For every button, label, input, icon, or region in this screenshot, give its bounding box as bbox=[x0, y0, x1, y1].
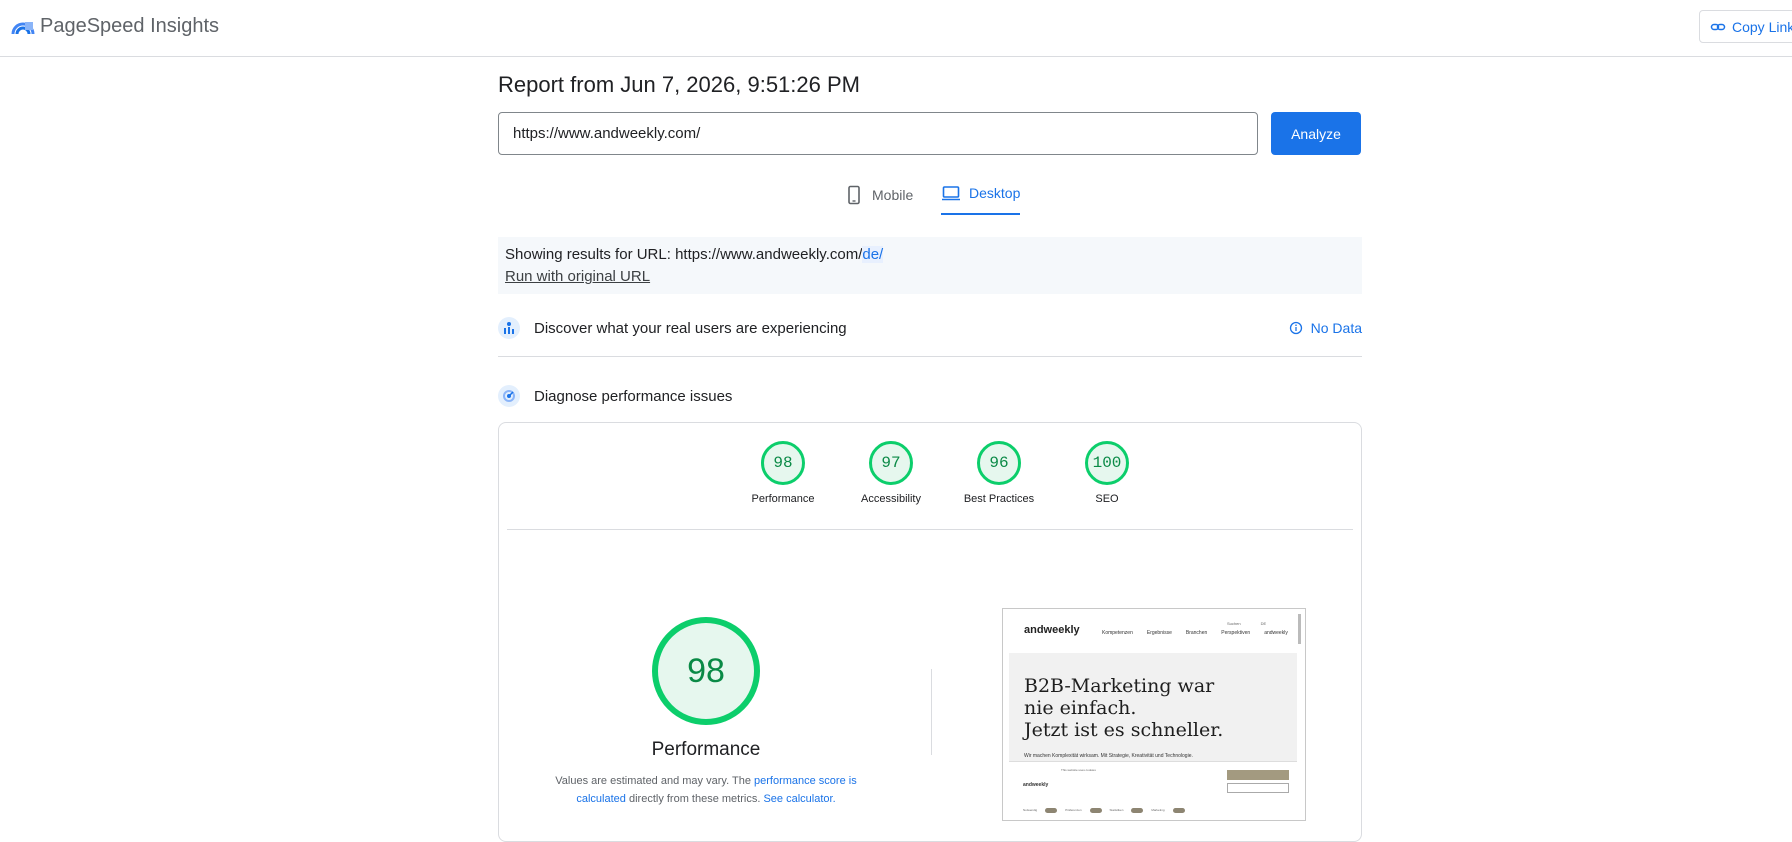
screenshot-headline-line: nie einfach. bbox=[1024, 697, 1137, 719]
performance-big-gauge: 98 bbox=[652, 617, 760, 725]
analyze-button[interactable]: Analyze bbox=[1271, 112, 1361, 155]
url-input[interactable] bbox=[498, 112, 1258, 155]
tab-mobile[interactable]: Mobile bbox=[844, 177, 913, 213]
screenshot-nav-item: Branchen bbox=[1185, 630, 1208, 636]
top-bar: PageSpeed Insights Copy Link bbox=[0, 0, 1792, 57]
screenshot-scrollbar bbox=[1298, 614, 1301, 644]
screenshot-settings-button bbox=[1227, 783, 1289, 793]
performance-big-label: Performance bbox=[651, 739, 761, 760]
gauge-seo-label: SEO bbox=[1095, 493, 1119, 505]
screenshot-nav-item: andweekly bbox=[1264, 630, 1288, 636]
report-title: Report from Jun 7, 2026, 9:51:26 PM bbox=[498, 72, 860, 97]
screenshot-toggles: Notwendig Präferenzen Statistiken Market… bbox=[1023, 806, 1283, 814]
note-text-1: Values are estimated and may vary. The bbox=[555, 775, 754, 787]
screenshot-headline: B2B-Marketing war nie einfach. Jetzt ist… bbox=[1024, 675, 1284, 741]
real-users-section[interactable]: Discover what your real users are experi… bbox=[498, 308, 1362, 348]
screenshot-header: andweekly Kompetenzen Ergebnisse Branche… bbox=[1003, 609, 1303, 649]
notice-url: Showing results for URL: https://www.and… bbox=[505, 246, 863, 263]
gauge-best-practices[interactable]: 96 Best Practices bbox=[945, 441, 1053, 505]
phone-icon bbox=[848, 185, 860, 205]
note-text-2: directly from these metrics. bbox=[625, 793, 764, 805]
diagnose-section: Diagnose performance issues bbox=[498, 376, 1362, 416]
gauge-seo[interactable]: 100 SEO bbox=[1053, 441, 1161, 505]
pagespeed-logo-icon[interactable] bbox=[11, 14, 35, 38]
laptop-icon bbox=[942, 186, 960, 201]
screenshot-toggle-label: Statistiken bbox=[1109, 808, 1124, 812]
screenshot-logo: andweekly bbox=[1024, 624, 1080, 636]
real-users-title: Discover what your real users are experi… bbox=[534, 319, 847, 337]
notice-text: Showing results for URL: https://www.and… bbox=[505, 244, 1355, 266]
screenshot-lang-de: DE bbox=[1260, 621, 1267, 626]
gauge-best-practices-label: Best Practices bbox=[963, 493, 1035, 505]
screenshot-nav-item: Ergebnisse bbox=[1146, 630, 1172, 636]
screenshot-top-right: Suchen DE bbox=[1227, 621, 1266, 626]
report-card: 98 Performance 97 Accessibility 96 Best … bbox=[498, 422, 1362, 842]
screenshot-search: Suchen bbox=[1227, 621, 1241, 626]
gauge-performance-label: Performance bbox=[751, 493, 815, 505]
screenshot-toggle bbox=[1172, 807, 1185, 813]
gauge-performance-score: 98 bbox=[761, 441, 805, 485]
brand-title[interactable]: PageSpeed Insights bbox=[40, 15, 219, 38]
card-divider bbox=[507, 529, 1353, 530]
screenshot-nav-item: Perspektiven bbox=[1221, 630, 1251, 636]
screenshot-accept-button bbox=[1227, 770, 1289, 780]
tab-mobile-label: Mobile bbox=[872, 187, 914, 203]
screenshot-cookie-banner: andweekly This website uses cookies Notw… bbox=[1009, 761, 1297, 819]
screenshot-banner-logo: andweekly bbox=[1023, 782, 1049, 788]
screenshot-toggle bbox=[1089, 807, 1102, 813]
url-redirect-notice: Showing results for URL: https://www.and… bbox=[498, 237, 1362, 294]
screenshot-headline-line: Jetzt ist es schneller. bbox=[1024, 719, 1224, 741]
diagnose-title: Diagnose performance issues bbox=[534, 387, 733, 405]
screenshot-toggle bbox=[1045, 807, 1058, 813]
gauge-accessibility-score: 97 bbox=[869, 441, 913, 485]
diagnose-icon bbox=[498, 385, 520, 407]
section-divider bbox=[498, 356, 1362, 357]
run-original-url-link[interactable]: Run with original URL bbox=[505, 268, 650, 285]
no-data-indicator[interactable]: No Data bbox=[1289, 320, 1362, 336]
screenshot-toggle-label: Marketing bbox=[1151, 808, 1165, 812]
screenshot-toggle bbox=[1131, 807, 1144, 813]
page-screenshot: andweekly Kompetenzen Ergebnisse Branche… bbox=[1002, 608, 1306, 821]
screenshot-nav-item: Kompetenzen bbox=[1102, 630, 1133, 636]
gauge-best-practices-score: 96 bbox=[977, 441, 1021, 485]
copy-link-label: Copy Link bbox=[1732, 18, 1792, 35]
tab-desktop[interactable]: Desktop bbox=[941, 177, 1021, 215]
copy-link-button[interactable]: Copy Link bbox=[1699, 10, 1792, 43]
notice-url-highlight: de/ bbox=[862, 246, 884, 263]
gauge-accessibility-label: Accessibility bbox=[861, 493, 921, 505]
device-tabs: Mobile Desktop bbox=[498, 177, 1362, 215]
tab-desktop-label: Desktop bbox=[969, 185, 1021, 201]
no-data-label: No Data bbox=[1310, 320, 1362, 336]
gauge-seo-score: 100 bbox=[1085, 441, 1129, 485]
screenshot-headline-line: B2B-Marketing war bbox=[1024, 675, 1215, 697]
users-chart-icon bbox=[498, 317, 520, 339]
score-gauges: 98 Performance 97 Accessibility 96 Best … bbox=[729, 441, 1179, 521]
gauge-accessibility[interactable]: 97 Accessibility bbox=[837, 441, 945, 505]
performance-note: Values are estimated and may vary. The p… bbox=[546, 772, 866, 808]
screenshot-subline: Wir machen Komplexität wirksam. Mit Stra… bbox=[1024, 753, 1193, 759]
screenshot-toggle-label: Notwendig bbox=[1023, 808, 1038, 812]
see-calculator-link[interactable]: See calculator. bbox=[763, 793, 835, 805]
gauge-performance[interactable]: 98 Performance bbox=[729, 441, 837, 505]
screenshot-banner-title: This website uses cookies bbox=[1061, 768, 1096, 772]
screenshot-nav: Kompetenzen Ergebnisse Branchen Perspekt… bbox=[1102, 630, 1288, 636]
vertical-divider bbox=[931, 669, 932, 755]
screenshot-toggle-label: Präferenzen bbox=[1065, 808, 1082, 812]
link-icon bbox=[1710, 23, 1726, 30]
info-icon bbox=[1289, 321, 1302, 335]
